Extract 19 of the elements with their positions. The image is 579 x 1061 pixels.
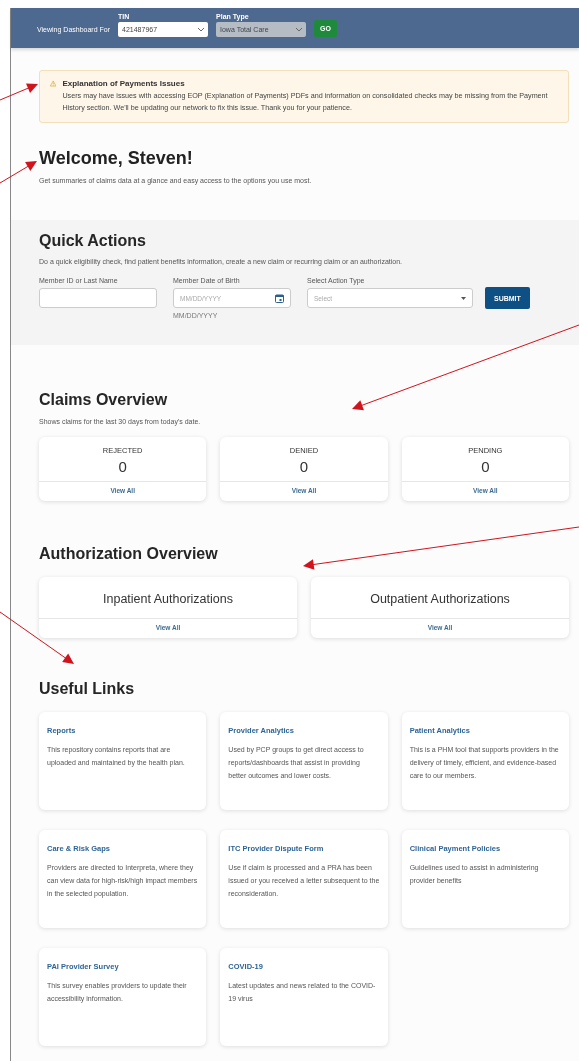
- chevron-down-icon: [296, 27, 303, 32]
- annotation-arrow: [0, 161, 37, 184]
- warning-icon: [50, 79, 57, 88]
- section-title: Quick Actions: [39, 232, 147, 250]
- section-title: Claims Overview: [39, 391, 169, 409]
- member-id-field[interactable]: [39, 288, 157, 308]
- authorization-label: Outpatient Authorizations: [370, 592, 510, 606]
- welcome-title: Welcome, Steven!: [39, 148, 194, 169]
- claims-count: 0: [118, 458, 127, 475]
- alert-title: Explanation of Payments Issues: [62, 79, 186, 88]
- caret-icon: [461, 296, 466, 300]
- annotation-arrow: [0, 83, 38, 101]
- claims-count: 0: [481, 458, 490, 475]
- claims-count: 0: [299, 458, 309, 475]
- chevron-down-icon: [198, 27, 205, 32]
- section-title: Authorization Overview: [39, 545, 219, 563]
- section-title: Useful Links: [39, 680, 136, 698]
- calendar-icon[interactable]: [275, 293, 284, 303]
- authorization-label: Inpatient Authorizations: [103, 592, 233, 606]
